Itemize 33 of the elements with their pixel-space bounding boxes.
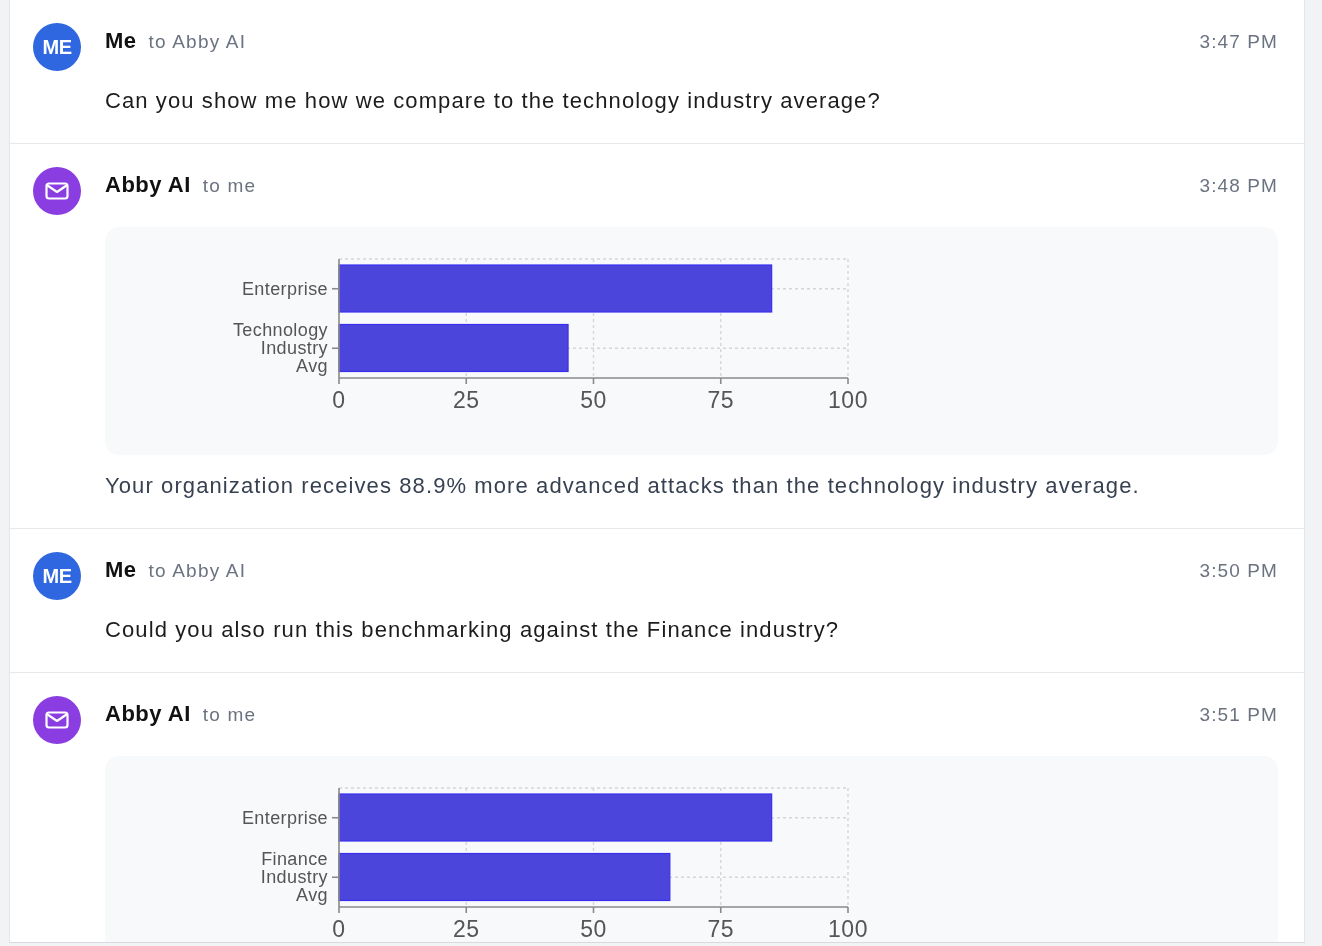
message-text: Can you show me how we compare to the technology industry average? [105, 87, 882, 115]
tick-label: 0 [332, 916, 346, 942]
category-label: Enterprise [241, 807, 328, 828]
tick-label: 75 [707, 916, 735, 942]
category-label: Finance Industry Avg [260, 849, 328, 906]
category-label: Technology Industry Avg [232, 320, 328, 377]
tick-label: 75 [707, 387, 735, 413]
recipient-label: to Abby AI [148, 559, 247, 583]
recipient-label: to Abby AI [148, 30, 247, 54]
message-time: 3:50 PM [1199, 559, 1278, 583]
sender-name: Abby AI [105, 700, 191, 728]
envelope-icon [33, 167, 81, 215]
avatar: ME [33, 23, 81, 71]
tick-label: 100 [828, 387, 868, 413]
avatar: ME [33, 552, 81, 600]
recipient-label: to me [202, 703, 257, 727]
message-text: Your organization receives 88.9% more advanced attacks than the technology industry average. [105, 472, 1141, 500]
tick-label: 100 [828, 916, 868, 942]
envelope-icon [33, 696, 81, 744]
tick-label: 25 [452, 916, 480, 942]
message-text: Could you also run this benchmarking against the Finance industry? [105, 616, 841, 644]
tick-label: 50 [580, 916, 607, 942]
category-label: Enterprise [241, 278, 328, 299]
message-time: 3:48 PM [1199, 174, 1278, 198]
sender-name: Abby AI [105, 171, 191, 199]
tick-label: 25 [452, 387, 480, 413]
message-time: 3:51 PM [1199, 703, 1278, 727]
recipient-label: to me [202, 174, 257, 198]
sender-name: Me [105, 556, 137, 584]
tick-label: 0 [332, 387, 346, 413]
sender-name: Me [105, 27, 137, 55]
message-time: 3:47 PM [1199, 30, 1278, 54]
tick-label: 50 [580, 387, 607, 413]
